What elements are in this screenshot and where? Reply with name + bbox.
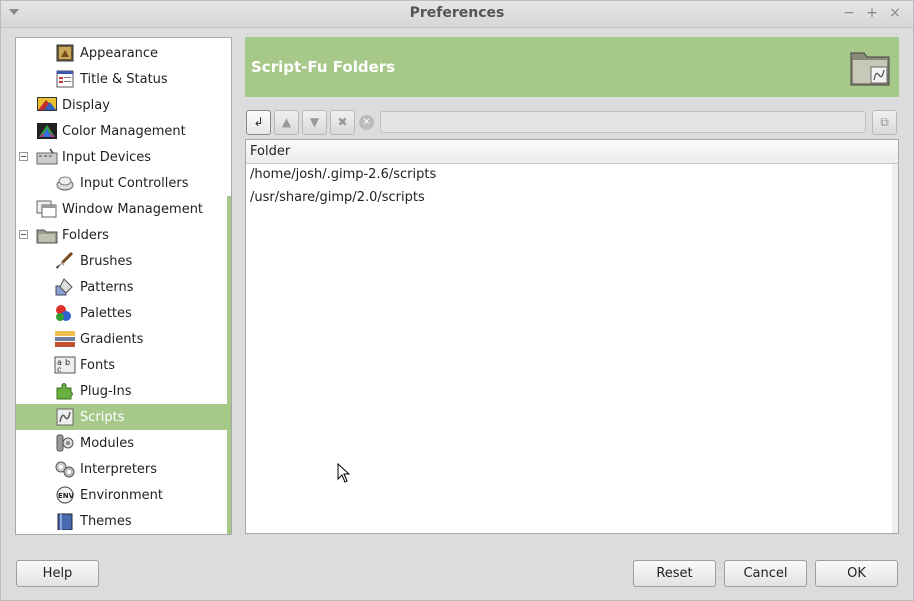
preferences-window: Preferences − + × Appearance Title & Sta… <box>0 0 914 601</box>
collapse-expander[interactable] <box>19 152 28 161</box>
tree-item-input-controllers[interactable]: Input Controllers <box>16 170 229 196</box>
tree-item-label: Scripts <box>80 410 125 425</box>
environment-icon: ENV <box>56 486 75 504</box>
minimize-button[interactable]: − <box>841 5 857 21</box>
tree-item-brushes[interactable]: Brushes <box>16 248 229 274</box>
scripts-icon <box>56 408 74 426</box>
folders-icon <box>36 229 58 244</box>
tree-item-label: Gradients <box>80 332 144 347</box>
browse-folder-button[interactable]: ⧉ <box>872 110 897 135</box>
close-button[interactable]: × <box>887 5 903 21</box>
tree-item-label: Input Controllers <box>80 176 189 191</box>
title-bar: Preferences − + × <box>1 1 913 28</box>
color-management-icon <box>37 123 57 139</box>
tree-item-modules[interactable]: Modules <box>16 430 229 456</box>
add-folder-button[interactable]: ↲ <box>246 110 271 135</box>
tree-item-appearance[interactable]: Appearance <box>16 40 229 66</box>
display-icon <box>37 97 57 111</box>
input-controllers-icon <box>56 176 74 191</box>
tree-item-scripts[interactable]: Scripts <box>16 404 229 430</box>
tree-item-color-management[interactable]: Color Management <box>16 118 229 144</box>
plugin-icon <box>56 383 73 400</box>
interpreters-icon <box>55 461 75 478</box>
tree-item-label: Color Management <box>62 124 186 139</box>
tree-item-palettes[interactable]: Palettes <box>16 300 229 326</box>
input-devices-icon <box>36 148 58 165</box>
tree-item-display[interactable]: Display <box>16 92 229 118</box>
folder-path-input[interactable] <box>380 111 866 133</box>
fonts-icon: a bc <box>54 356 76 374</box>
palettes-icon <box>56 305 71 321</box>
tree-item-label: Appearance <box>80 46 159 61</box>
page-header: Script-Fu Folders <box>245 37 899 97</box>
folder-column-header[interactable]: Folder <box>246 140 898 164</box>
appearance-icon <box>56 44 74 62</box>
page-title: Script-Fu Folders <box>251 58 396 76</box>
tree-item-label: Display <box>62 98 110 113</box>
tree-item-label: Palettes <box>80 306 132 321</box>
cancel-button[interactable]: Cancel <box>724 560 807 587</box>
folder-scripts-icon <box>850 52 890 86</box>
tree-item-input-devices[interactable]: Input Devices <box>16 144 229 170</box>
tree-scrollbar[interactable] <box>227 196 231 534</box>
tree-item-fonts[interactable]: abc Fonts <box>16 352 229 378</box>
help-button[interactable]: Help <box>16 560 99 587</box>
tree-item-plug-ins[interactable]: Plug-Ins <box>16 378 229 404</box>
folder-path-text: /usr/share/gimp/2.0/scripts <box>250 190 425 205</box>
tree-item-label: Themes <box>80 514 132 529</box>
mouse-pointer-icon <box>337 463 351 483</box>
tree-item-label: Fonts <box>80 358 116 373</box>
preferences-category-tree: Appearance Title & Status Display Color … <box>15 37 232 535</box>
svg-text:ENV: ENV <box>58 492 75 500</box>
tree-item-label: Environment <box>80 488 164 503</box>
tree-item-label: Modules <box>80 436 135 451</box>
svg-text:c: c <box>57 365 62 374</box>
column-header-label: Folder <box>250 144 291 159</box>
tree-item-label: Input Devices <box>62 150 152 165</box>
list-scrollbar[interactable] <box>892 164 898 533</box>
title-status-icon <box>56 70 74 88</box>
tree-item-label: Plug-Ins <box>80 384 132 399</box>
ok-button[interactable]: OK <box>815 560 898 587</box>
svg-text:b: b <box>65 358 70 367</box>
tree-item-patterns[interactable]: Patterns <box>16 274 229 300</box>
tree-item-window-management[interactable]: Window Management <box>16 196 229 222</box>
delete-folder-button[interactable]: ✖ <box>330 110 355 135</box>
tree-item-label: Title & Status <box>80 72 168 87</box>
patterns-icon <box>55 278 73 296</box>
window-management-icon <box>36 200 57 218</box>
collapse-expander[interactable] <box>19 230 28 239</box>
tree-item-folders[interactable]: Folders <box>16 222 229 248</box>
brush-icon <box>56 252 74 269</box>
themes-icon <box>57 513 73 530</box>
list-item[interactable]: /usr/share/gimp/2.0/scripts <box>246 187 892 210</box>
maximize-button[interactable]: + <box>864 5 880 21</box>
move-up-button[interactable]: ▲ <box>274 110 299 135</box>
tree-item-title-status[interactable]: Title & Status <box>16 66 229 92</box>
tree-item-environment[interactable]: ENV Environment <box>16 482 229 508</box>
reset-button[interactable]: Reset <box>633 560 716 587</box>
modules-icon <box>56 434 74 452</box>
tree-item-themes[interactable]: Themes <box>16 508 229 534</box>
window-title: Preferences <box>409 5 505 21</box>
tree-item-label: Folders <box>62 228 109 243</box>
clear-icon[interactable]: ✕ <box>359 115 374 130</box>
gradients-icon <box>55 331 75 347</box>
move-down-button[interactable]: ▼ <box>302 110 327 135</box>
folder-path-text: /home/josh/.gimp-2.6/scripts <box>250 167 437 182</box>
tree-item-gradients[interactable]: Gradients <box>16 326 229 352</box>
tree-item-label: Interpreters <box>80 462 158 477</box>
tree-item-label: Patterns <box>80 280 134 295</box>
tree-item-interpreters[interactable]: Interpreters <box>16 456 229 482</box>
tree-item-label: Brushes <box>80 254 133 269</box>
tree-item-label: Window Management <box>62 202 204 217</box>
list-item[interactable]: /home/josh/.gimp-2.6/scripts <box>246 164 892 187</box>
